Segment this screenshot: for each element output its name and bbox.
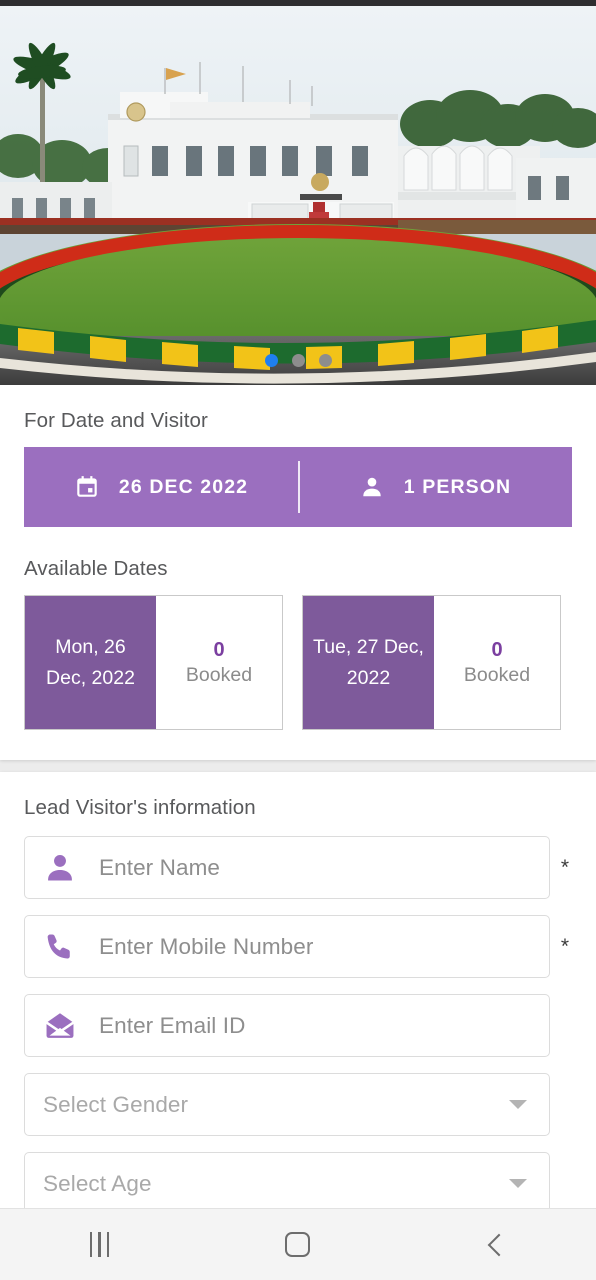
hero-carousel[interactable] bbox=[0, 6, 596, 385]
person-icon bbox=[48, 854, 72, 880]
for-date-and-visitor-label: For Date and Visitor bbox=[24, 409, 208, 432]
carousel-dots[interactable] bbox=[0, 354, 596, 367]
android-navigation-bar bbox=[0, 1208, 596, 1280]
phone-icon bbox=[47, 934, 70, 958]
email-field[interactable]: Enter Email ID bbox=[24, 994, 550, 1057]
gender-field-row: Select Gender * bbox=[24, 1073, 572, 1136]
lead-visitor-information-label: Lead Visitor's information bbox=[24, 796, 256, 819]
date-card-label: Mon, 26 Dec, 2022 bbox=[25, 596, 156, 729]
gender-placeholder: Select Gender bbox=[43, 1091, 189, 1117]
booked-count: 0 bbox=[491, 638, 503, 661]
lead-visitor-form-card: Lead Visitor's information Enter Name * bbox=[0, 772, 596, 1208]
date-card[interactable]: Tue, 27 Dec, 2022 0 Booked bbox=[302, 595, 561, 730]
booked-word: Booked bbox=[463, 663, 531, 686]
visitor-count-value: 1 PERSON bbox=[403, 475, 512, 498]
mobile-field-row: Enter Mobile Number * bbox=[24, 915, 572, 978]
date-card-booked-info: 0 Booked bbox=[156, 596, 282, 729]
hero-image bbox=[0, 6, 596, 385]
person-icon bbox=[363, 477, 381, 497]
date-selection-card: For Date and Visitor 26 DEC 2022 1 PERSO… bbox=[0, 385, 596, 760]
envelope-icon bbox=[45, 1012, 75, 1038]
carousel-dot-3[interactable] bbox=[318, 354, 332, 367]
selected-date-value: 26 DEC 2022 bbox=[118, 475, 249, 498]
app-root: For Date and Visitor 26 DEC 2022 1 PERSO… bbox=[0, 0, 596, 1280]
carousel-dot-2[interactable] bbox=[291, 354, 305, 367]
age-select[interactable]: Select Age bbox=[24, 1152, 550, 1208]
recents-button[interactable] bbox=[54, 1209, 144, 1280]
available-dates-list: Mon, 26 Dec, 2022 0 Booked Tue, 27 Dec, … bbox=[24, 595, 572, 730]
name-field[interactable]: Enter Name bbox=[24, 836, 550, 899]
visitor-count-selector[interactable]: 1 PERSON bbox=[298, 447, 572, 527]
carousel-dot-1[interactable] bbox=[264, 354, 278, 367]
chevron-down-icon bbox=[509, 1179, 527, 1188]
home-icon bbox=[285, 1232, 311, 1257]
date-selector[interactable]: 26 DEC 2022 bbox=[24, 447, 298, 527]
home-button[interactable] bbox=[253, 1209, 343, 1280]
name-required-marker: * bbox=[560, 856, 570, 879]
mobile-placeholder: Enter Mobile Number bbox=[99, 933, 314, 959]
back-chevron-icon bbox=[487, 1233, 511, 1256]
recents-icon bbox=[89, 1232, 110, 1257]
email-placeholder: Enter Email ID bbox=[99, 1012, 246, 1038]
email-field-row: Enter Email ID * bbox=[24, 994, 572, 1057]
mobile-required-marker: * bbox=[560, 935, 570, 958]
content-scroll-area[interactable]: For Date and Visitor 26 DEC 2022 1 PERSO… bbox=[0, 385, 596, 1208]
date-visitor-bar: 26 DEC 2022 1 PERSON bbox=[24, 447, 572, 527]
name-field-row: Enter Name * bbox=[24, 836, 572, 899]
calendar-icon bbox=[77, 476, 97, 497]
booked-count: 0 bbox=[213, 638, 225, 661]
date-card[interactable]: Mon, 26 Dec, 2022 0 Booked bbox=[24, 595, 283, 730]
date-card-booked-info: 0 Booked bbox=[434, 596, 560, 729]
chevron-down-icon bbox=[509, 1100, 527, 1109]
age-field-row: Select Age * bbox=[24, 1152, 572, 1208]
name-placeholder: Enter Name bbox=[99, 854, 221, 880]
age-placeholder: Select Age bbox=[43, 1170, 152, 1196]
available-dates-label: Available Dates bbox=[24, 557, 168, 580]
booked-word: Booked bbox=[185, 663, 253, 686]
back-button[interactable] bbox=[452, 1209, 542, 1280]
mobile-field[interactable]: Enter Mobile Number bbox=[24, 915, 550, 978]
date-card-label: Tue, 27 Dec, 2022 bbox=[303, 596, 434, 729]
gender-select[interactable]: Select Gender bbox=[24, 1073, 550, 1136]
